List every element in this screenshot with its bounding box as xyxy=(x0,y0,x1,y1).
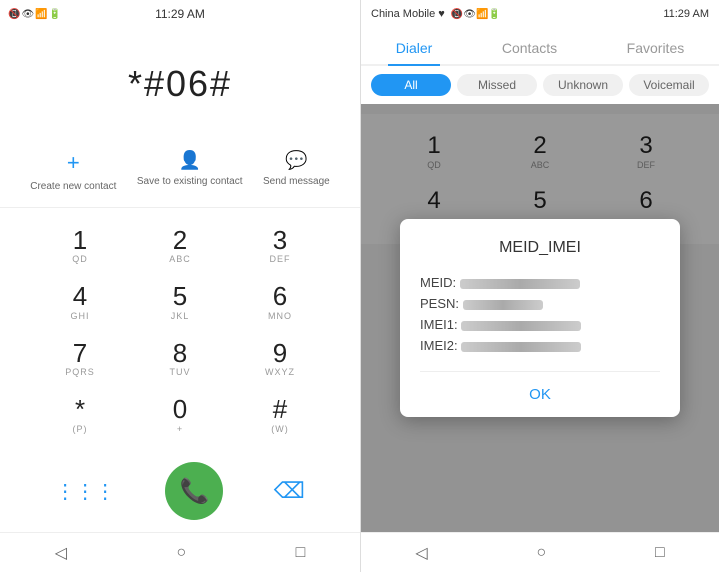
save-contact-button[interactable]: 👤 Save to existing contact xyxy=(137,150,243,192)
imei2-label: IMEI2: xyxy=(420,338,458,353)
left-dialer-actions: + Create new contact 👤 Save to existing … xyxy=(0,140,360,208)
create-contact-button[interactable]: + Create new contact xyxy=(30,150,116,192)
key-6[interactable]: 6MNO xyxy=(230,274,330,331)
key-7[interactable]: 7PQRS xyxy=(30,331,130,388)
modal-row-meid: MEID: xyxy=(420,275,660,290)
key-2[interactable]: 2ABC xyxy=(130,218,230,275)
modal-title: MEID_IMEI xyxy=(420,239,660,257)
key-9[interactable]: 9WXYZ xyxy=(230,331,330,388)
right-nav-bar: ◁ ○ □ xyxy=(361,532,719,572)
imei1-label: IMEI1: xyxy=(420,317,458,332)
left-dialer-text: *#06# xyxy=(128,63,232,105)
send-message-label: Send message xyxy=(263,176,330,187)
left-status-time: 11:29 AM xyxy=(155,7,205,21)
modal-body: MEID: PESN: IMEI1: IMEI2: xyxy=(420,275,660,371)
key-5[interactable]: 5JKL xyxy=(130,274,230,331)
filter-voicemail[interactable]: Voicemail xyxy=(629,74,709,96)
send-message-icon: 💬 xyxy=(285,150,307,171)
modal-row-imei1: IMEI1: xyxy=(420,317,660,332)
meid-label: MEID: xyxy=(420,275,456,290)
right-status-time: 11:29 AM xyxy=(663,8,709,20)
pesn-value xyxy=(463,300,543,310)
modal-overlay: MEID_IMEI MEID: PESN: IMEI1: xyxy=(361,104,719,532)
left-back-button[interactable]: ◁ xyxy=(55,543,67,563)
left-recents-button[interactable]: □ xyxy=(296,544,306,562)
right-content-area: 1QD 2ABC 3DEF 4 5 6 MEID_IMEI MEID: PESN… xyxy=(361,104,719,532)
tab-dialer[interactable]: Dialer xyxy=(388,36,441,66)
call-button[interactable]: 📞 xyxy=(165,462,223,520)
filter-all[interactable]: All xyxy=(371,74,451,96)
key-hash[interactable]: #(W) xyxy=(230,387,330,444)
phone-icon: 📞 xyxy=(179,477,209,506)
meid-imei-modal: MEID_IMEI MEID: PESN: IMEI1: xyxy=(400,219,680,417)
meid-value xyxy=(460,279,580,289)
modal-footer: OK xyxy=(420,371,660,417)
delete-icon[interactable]: ⌫ xyxy=(274,478,305,504)
right-recents-button[interactable]: □ xyxy=(655,544,665,562)
key-1[interactable]: 1QD xyxy=(30,218,130,275)
right-filter-bar: All Missed Unknown Voicemail xyxy=(361,66,719,104)
imei2-value xyxy=(461,342,581,352)
left-nav-bar: ◁ ○ □ xyxy=(0,532,360,572)
filter-missed[interactable]: Missed xyxy=(457,74,537,96)
left-status-icons: 📵👁📶🔋 xyxy=(8,9,62,20)
modal-row-pesn: PESN: xyxy=(420,296,660,311)
key-star[interactable]: *(P) xyxy=(30,387,130,444)
right-phone: China Mobile ♥ 📵👁📶🔋 11:29 AM Dialer Cont… xyxy=(360,0,719,572)
right-tab-bar: Dialer Contacts Favorites xyxy=(361,28,719,66)
key-8[interactable]: 8TUV xyxy=(130,331,230,388)
left-keypad: 1QD 2ABC 3DEF 4GHI 5JKL 6MNO 7PQRS 8TUV … xyxy=(0,208,360,454)
imei1-value xyxy=(461,321,581,331)
left-phone: 📵👁📶🔋 11:29 AM *#06# + Create new contact… xyxy=(0,0,360,572)
create-contact-icon: + xyxy=(67,150,80,176)
save-contact-icon: 👤 xyxy=(178,150,200,171)
tab-contacts[interactable]: Contacts xyxy=(494,36,565,60)
key-0[interactable]: 0+ xyxy=(130,387,230,444)
modal-row-imei2: IMEI2: xyxy=(420,338,660,353)
key-4[interactable]: 4GHI xyxy=(30,274,130,331)
modal-ok-button[interactable]: OK xyxy=(489,376,591,413)
right-home-button[interactable]: ○ xyxy=(536,544,546,562)
right-back-button[interactable]: ◁ xyxy=(415,543,427,563)
left-status-bar: 📵👁📶🔋 11:29 AM xyxy=(0,0,360,28)
send-message-button[interactable]: 💬 Send message xyxy=(263,150,330,192)
save-contact-label: Save to existing contact xyxy=(137,176,243,187)
create-contact-label: Create new contact xyxy=(30,181,116,192)
filter-unknown[interactable]: Unknown xyxy=(543,74,623,96)
tab-favorites[interactable]: Favorites xyxy=(619,36,693,60)
key-3[interactable]: 3DEF xyxy=(230,218,330,275)
right-carrier-text: China Mobile ♥ xyxy=(371,8,445,20)
right-status-bar: China Mobile ♥ 📵👁📶🔋 11:29 AM xyxy=(361,0,719,28)
pesn-label: PESN: xyxy=(420,296,459,311)
left-home-button[interactable]: ○ xyxy=(176,544,186,562)
left-dialer-display: *#06# xyxy=(0,28,360,140)
dialpad-grid-icon[interactable]: ⋮⋮⋮ xyxy=(55,479,115,504)
right-status-icons: 📵👁📶🔋 xyxy=(451,9,501,20)
left-dialer-bottom: ⋮⋮⋮ 📞 ⌫ xyxy=(0,454,360,532)
